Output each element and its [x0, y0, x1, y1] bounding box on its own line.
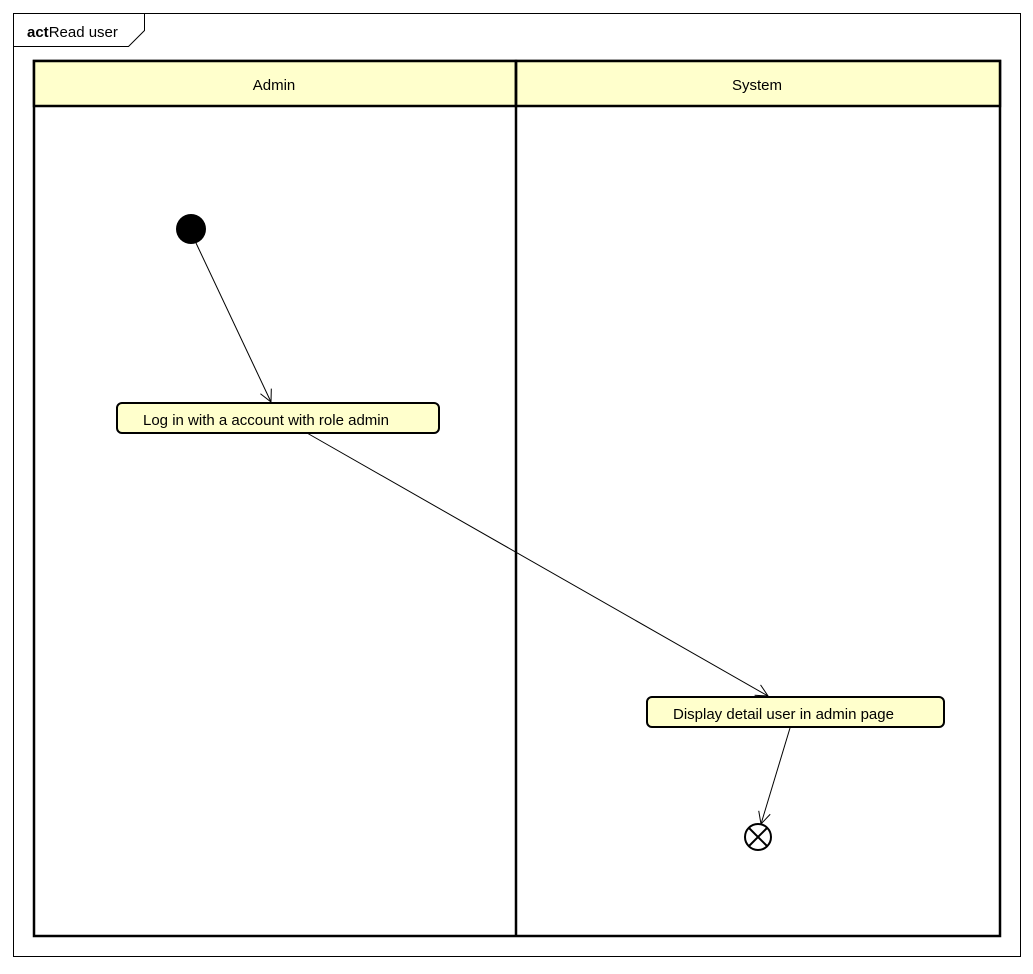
lane-label-system: System: [732, 77, 782, 94]
action-login-label: Log in with a account with role admin: [143, 412, 389, 429]
frame-title: Read user: [49, 24, 118, 41]
lane-label-admin: Admin: [253, 77, 296, 94]
activity-diagram-canvas: actRead user Admin System Log in with a …: [0, 0, 1033, 969]
flow-final-node: [744, 823, 772, 851]
frame-keyword: act: [27, 24, 49, 41]
initial-node: [176, 214, 206, 244]
activity-diagram: actRead user Admin System Log in with a …: [13, 13, 1021, 957]
action-display-label: Display detail user in admin page: [673, 706, 894, 723]
frame-name: actRead user: [27, 24, 118, 41]
